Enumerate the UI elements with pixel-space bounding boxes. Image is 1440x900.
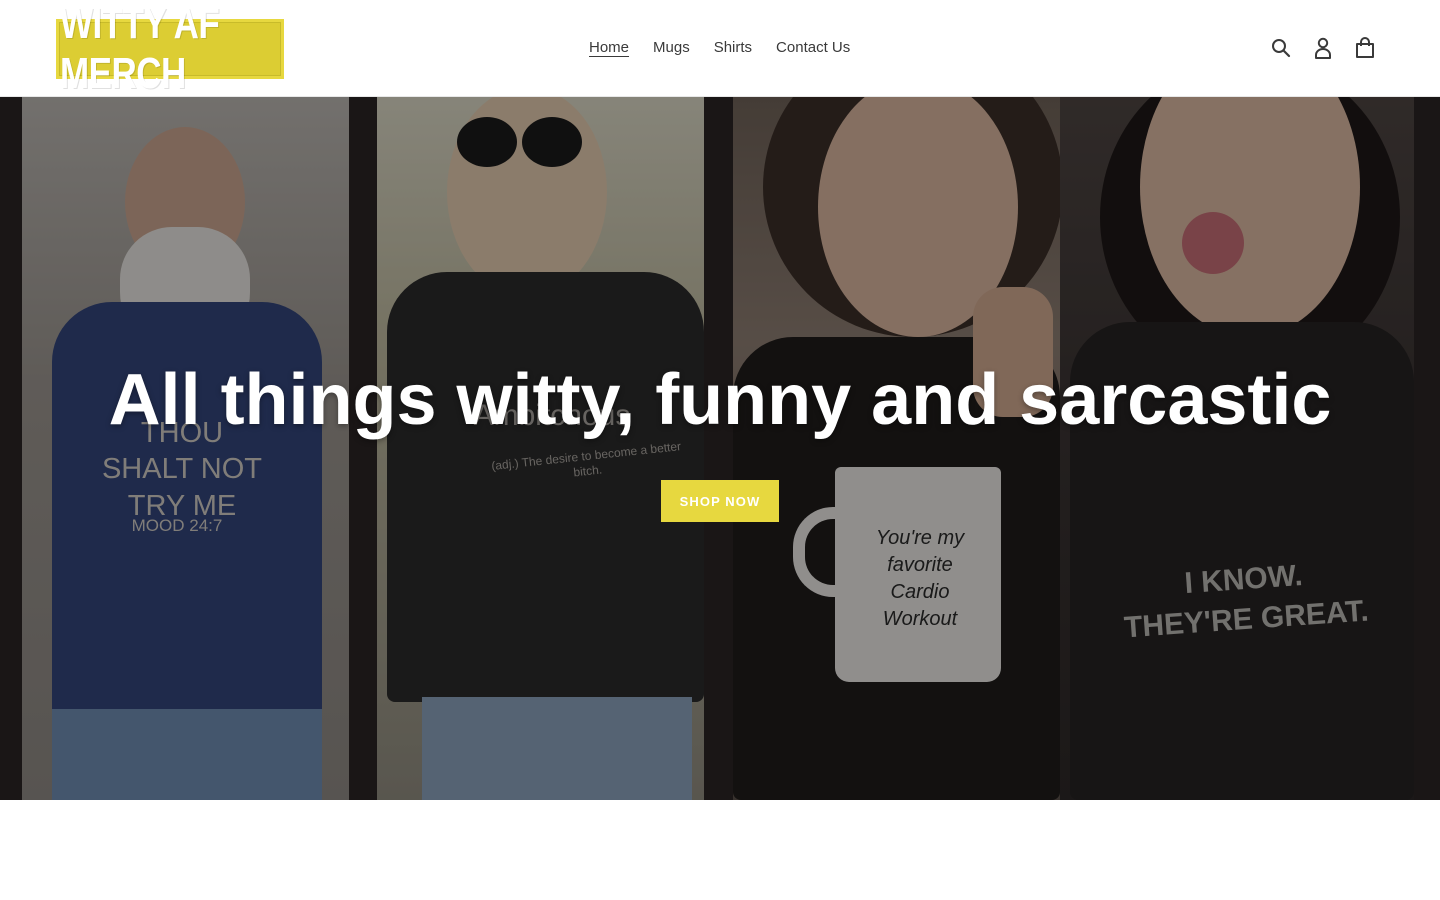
account-icon[interactable] [1312,36,1334,60]
nav-item-mugs[interactable]: Mugs [653,38,690,58]
logo-badge: WITTY AF MERCH [59,0,281,98]
page-body [0,800,1440,900]
search-icon[interactable] [1270,36,1292,60]
logo-text: WITTY AF MERCH [60,0,220,98]
nav-item-contact-us[interactable]: Contact Us [776,38,850,58]
logo[interactable]: WITTY AF MERCH [56,0,284,98]
shop-now-button[interactable]: SHOP NOW [661,480,779,522]
hero-overlay [0,97,1440,800]
main-nav: Home Mugs Shirts Contact Us [589,38,850,58]
nav-item-home[interactable]: Home [589,38,629,58]
header-icons [1270,36,1376,60]
hero-banner: THOU SHALT NOT TRY ME MOOD 24:7 Ambitcho… [0,97,1440,800]
cart-icon[interactable] [1354,36,1376,60]
nav-item-shirts[interactable]: Shirts [714,38,752,58]
site-header: WITTY AF MERCH Home Mugs Shirts Contact … [0,0,1440,98]
hero-title: All things witty, funny and sarcastic [108,360,1332,440]
